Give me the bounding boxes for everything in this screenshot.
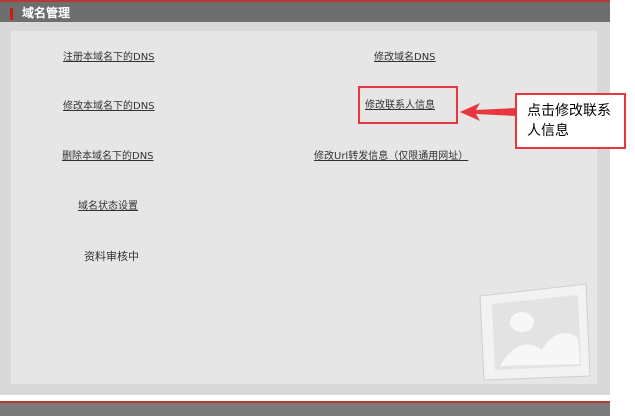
register-dns-link[interactable]: 注册本域名下的DNS [63, 51, 155, 65]
arrow-left-icon [460, 103, 516, 121]
bottom-bar [0, 403, 610, 416]
callout-line-1: 点击修改联系 [527, 103, 611, 119]
page-title: 域名管理 [22, 6, 71, 20]
delete-dns-link[interactable]: 删除本域名下的DNS [62, 150, 154, 164]
modify-domain-dns-link[interactable]: 修改域名DNS [374, 51, 436, 65]
modify-dns-link[interactable]: 修改本域名下的DNS [63, 100, 155, 114]
review-status-text: 资料审核中 [84, 250, 139, 263]
image-placeholder-icon [479, 283, 591, 381]
title-marker [10, 8, 13, 20]
domain-status-link[interactable]: 域名状态设置 [78, 200, 138, 214]
highlight-frame [358, 86, 458, 124]
modify-url-forward-link[interactable]: 修改Url转发信息（仅限通用网址） [314, 150, 468, 164]
title-bar: 域名管理 [0, 0, 610, 22]
annotation-callout: 点击修改联系 人信息 [515, 93, 626, 149]
callout-line-2: 人信息 [527, 123, 569, 139]
domain-management-panel: 域名管理 注册本域名下的DNS 修改域名DNS 修改本域名下的DNS 修改联系人… [0, 0, 610, 395]
